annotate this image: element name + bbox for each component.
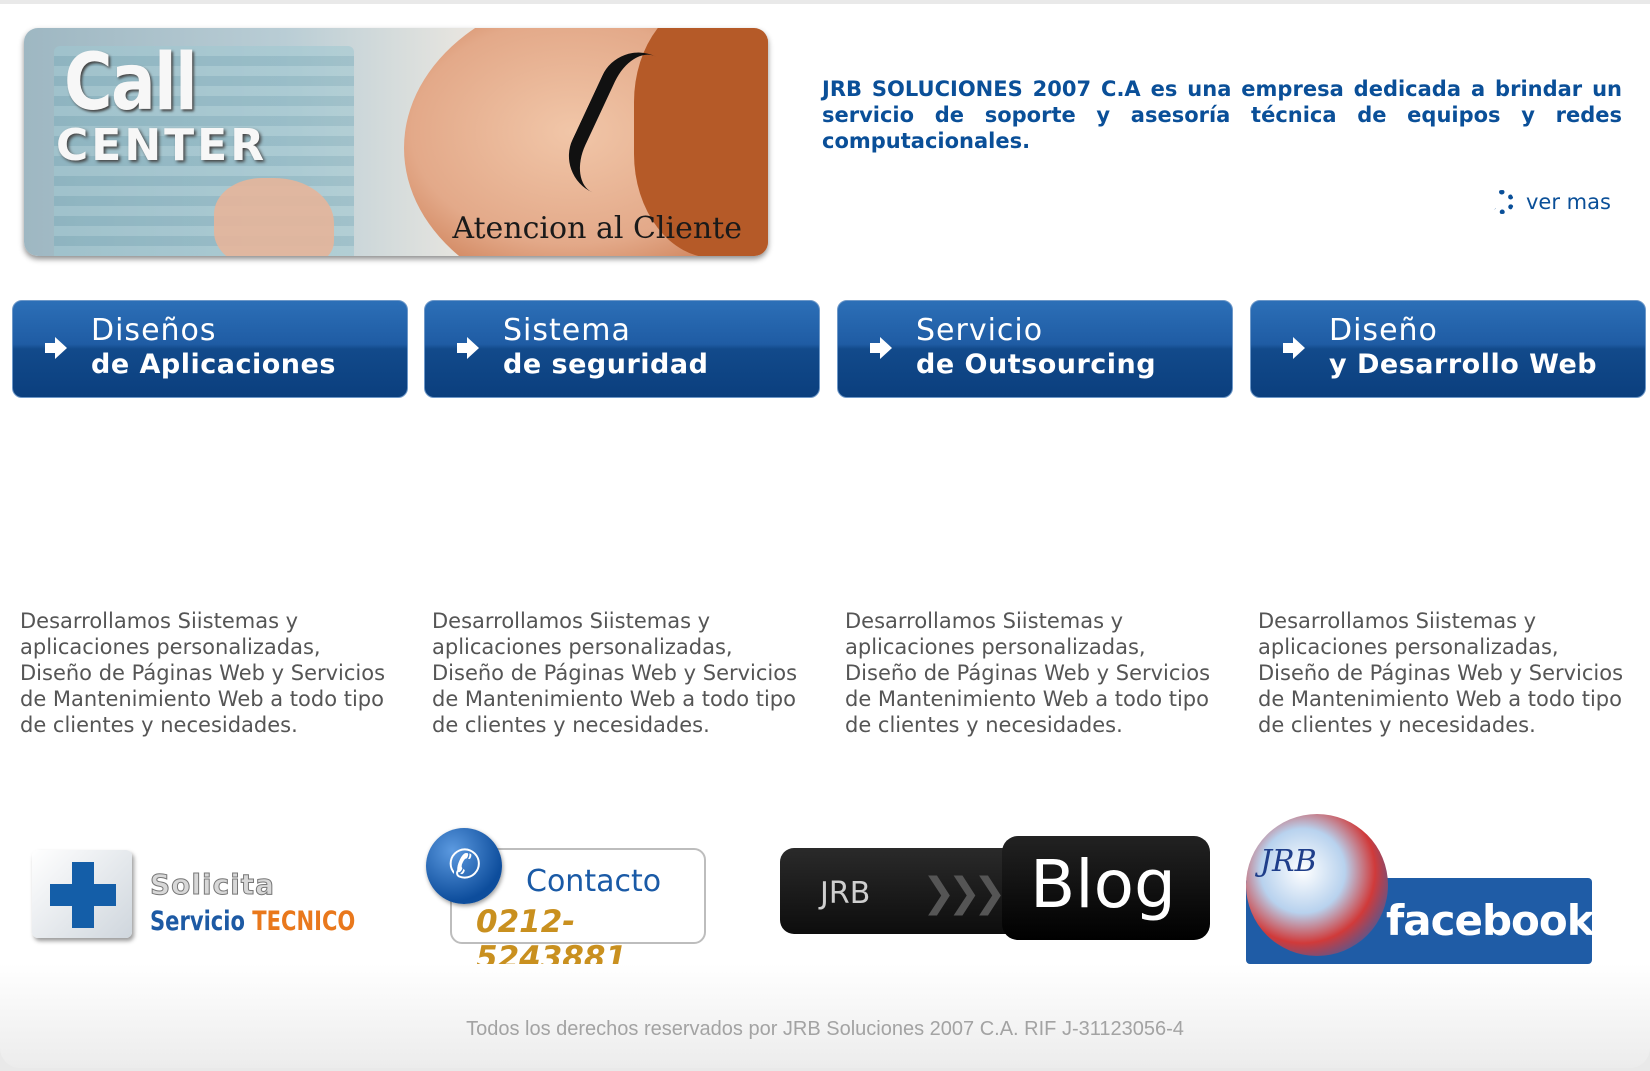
blog-link[interactable]: JRB ❯❯❯ Blog [780, 836, 1210, 940]
plus-icon [32, 850, 132, 938]
service-title-line1: Servicio [916, 313, 1044, 348]
ver-mas-link[interactable]: ver mas [1490, 190, 1611, 214]
service-description: Desarrollamos Siistemas y aplicaciones p… [20, 609, 386, 737]
service-title-line1: Sistema [503, 313, 631, 348]
service-button-aplicaciones[interactable]: Diseños de Aplicaciones [12, 300, 408, 398]
page: Call CENTER Atencion al Cliente JRB SOLU… [0, 4, 1650, 1068]
service-button-outsourcing[interactable]: Servicio de Outsourcing [837, 300, 1233, 398]
service-title-line2: de Outsourcing [916, 349, 1157, 380]
contacto-link[interactable]: ✆ Contacto 0212-5243881 [426, 828, 706, 976]
facebook-label: facebook [1386, 896, 1595, 945]
chevrons-icon: ❯❯❯ [922, 870, 1006, 916]
service-title-line2: y Desarrollo Web [1329, 349, 1598, 380]
banner-center-text: CENTER [56, 120, 268, 171]
arrow-right-icon [457, 337, 479, 359]
service-description: Desarrollamos Siistemas y aplicaciones p… [432, 609, 798, 737]
company-intro: JRB SOLUCIONES 2007 C.A es una empresa d… [822, 77, 1622, 153]
service-description: Desarrollamos Siistemas y aplicaciones p… [1258, 609, 1624, 737]
service-title-line2: de Aplicaciones [91, 349, 336, 380]
banner-call-text: Call [64, 38, 198, 128]
service-title-line1: Diseños [91, 313, 217, 348]
service-button-desarrollo-web[interactable]: Diseño y Desarrollo Web [1250, 300, 1646, 398]
arrow-right-icon [870, 337, 892, 359]
phone-icon: ✆ [426, 828, 502, 904]
solicita-text: Solicita [149, 868, 276, 902]
banner-subtitle: Atencion al Cliente [452, 211, 742, 246]
footer-band [0, 964, 1650, 1068]
arrow-right-icon [45, 337, 67, 359]
ver-mas-label: ver mas [1526, 190, 1611, 214]
blog-prefix: JRB [820, 876, 871, 911]
call-center-banner[interactable]: Call CENTER Atencion al Cliente [24, 28, 768, 256]
solicita-servicio-tecnico-link[interactable]: Solicita Servicio TECNICO [32, 850, 362, 946]
copyright-footer: Todos los derechos reservados por JRB So… [466, 1018, 1184, 1040]
more-arrow-icon [1490, 190, 1514, 214]
service-title-line2: de seguridad [503, 349, 709, 380]
arrow-right-icon [1283, 337, 1305, 359]
blog-label: Blog [1030, 846, 1176, 923]
globe-logo-text: JRB [1260, 844, 1317, 879]
service-button-seguridad[interactable]: Sistema de seguridad [424, 300, 820, 398]
service-description: Desarrollamos Siistemas y aplicaciones p… [845, 609, 1211, 737]
service-title-line1: Diseño [1329, 313, 1438, 348]
globe-logo-icon [1246, 814, 1388, 956]
contacto-label: Contacto [526, 864, 662, 899]
facebook-link[interactable]: JRB facebook [1246, 814, 1595, 964]
servicio-tecnico-text: Servicio TECNICO [150, 906, 356, 937]
